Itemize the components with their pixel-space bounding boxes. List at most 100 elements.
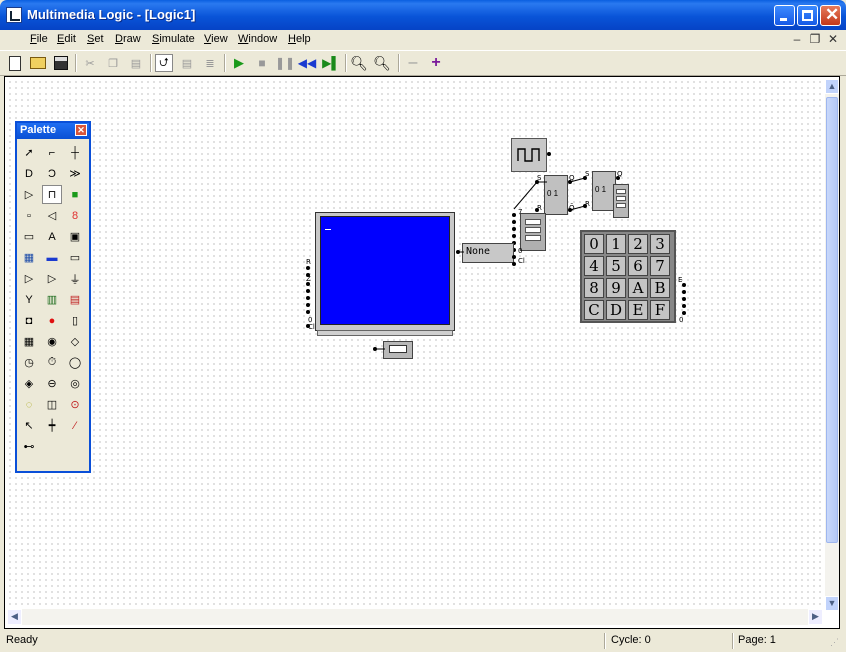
palette-close-button[interactable]: ✕ <box>75 124 87 136</box>
keypad-key[interactable]: 9 <box>606 278 626 298</box>
pointer-tool-icon[interactable]: ➚ <box>19 143 39 162</box>
menu-set[interactable]: Set <box>87 33 104 45</box>
eye-icon[interactable]: ⊙ <box>65 395 85 414</box>
red-led-icon[interactable]: ● <box>42 311 62 330</box>
alarm-clock-icon[interactable]: ⊖ <box>42 374 62 393</box>
ascii-chip[interactable] <box>520 213 546 251</box>
keypad-key[interactable]: 3 <box>650 234 670 254</box>
ground-icon[interactable]: ⏚ <box>65 269 85 288</box>
draw-mode-icon[interactable]: ⮍ <box>155 54 173 72</box>
menu-draw[interactable]: Draw <box>115 33 141 45</box>
keypad-key[interactable]: F <box>650 300 670 320</box>
bulb-icon[interactable]: ◌ <box>19 395 39 414</box>
close-button[interactable]: ✕ <box>820 5 841 26</box>
screen-component[interactable] <box>315 212 455 331</box>
bitmap-icon[interactable]: ▭ <box>19 227 39 246</box>
chip-icon[interactable]: ▥ <box>42 290 62 309</box>
keypad-key[interactable]: D <box>606 300 626 320</box>
cube-icon[interactable]: ◈ <box>19 374 39 393</box>
cut-icon[interactable]: ✂ <box>81 54 99 72</box>
counter-icon[interactable]: ◇ <box>65 332 85 351</box>
mdi-close-button[interactable]: ✕ <box>826 33 840 46</box>
and-gate-icon[interactable]: D <box>19 164 39 183</box>
mdi-minimize-button[interactable]: – <box>790 33 804 46</box>
keyboard-icon[interactable]: ▦ <box>19 248 39 267</box>
vertical-scrollbar[interactable]: ▲ ▼ <box>825 79 839 611</box>
copy-icon[interactable]: ❐ <box>104 54 122 72</box>
adjust-icon[interactable]: ┿ <box>42 416 62 435</box>
run-icon[interactable]: ▶ <box>230 54 248 72</box>
trace-icon[interactable]: ≣ <box>201 54 219 72</box>
maximize-button[interactable] <box>797 5 818 26</box>
menu-simulate[interactable]: Simulate <box>152 33 195 45</box>
keypad-key[interactable]: 5 <box>606 256 626 276</box>
keypad-key[interactable]: 1 <box>606 234 626 254</box>
register-icon[interactable]: ◷ <box>19 353 39 372</box>
logic-canvas[interactable]: 0 1 SR Q Q̄ 0 1 SR Q 70 None Cl R Z 0 Cl… <box>7 79 823 609</box>
antenna-icon[interactable]: Y <box>19 290 39 309</box>
flag-icon[interactable]: ▷ <box>42 269 62 288</box>
keypad-key[interactable]: 8 <box>584 278 604 298</box>
keypad-key[interactable]: 4 <box>584 256 604 276</box>
seven-segment-icon[interactable]: 8 <box>65 206 85 225</box>
memory-icon[interactable]: ▯ <box>65 311 85 330</box>
printer-icon[interactable]: ◫ <box>42 395 62 414</box>
keypad-key[interactable]: 0 <box>584 234 604 254</box>
step-back-icon[interactable]: ◀◀ <box>298 54 316 72</box>
scroll-up-button[interactable]: ▲ <box>825 79 839 94</box>
keypad-key[interactable]: 7 <box>650 256 670 276</box>
new-icon[interactable] <box>6 54 24 72</box>
keypad-key[interactable]: E <box>628 300 648 320</box>
menu-view[interactable]: View <box>204 33 228 45</box>
size-grip[interactable]: ⋰ <box>830 637 839 648</box>
flipflop-icon[interactable]: ▦ <box>19 332 39 351</box>
menu-edit[interactable]: Edit <box>57 33 76 45</box>
app-icon[interactable] <box>6 7 22 23</box>
keypad-key[interactable]: B <box>650 278 670 298</box>
brush-icon[interactable]: ⁄ <box>65 416 85 435</box>
serial-icon[interactable]: ▭ <box>65 248 85 267</box>
junction-icon[interactable]: ┼ <box>65 143 85 162</box>
minimize-button[interactable] <box>774 5 795 26</box>
buffer-icon[interactable]: ▷ <box>19 185 39 204</box>
mdi-restore-button[interactable]: ❐ <box>808 33 822 46</box>
or-gate-icon[interactable]: Ɔ <box>42 164 62 183</box>
menu-help[interactable]: Help <box>288 33 311 45</box>
timer-icon[interactable]: ▤ <box>65 290 85 309</box>
clock-icon[interactable]: ⊓ <box>42 185 62 204</box>
switch-icon[interactable]: ▫ <box>19 206 39 225</box>
keypad-key[interactable]: 2 <box>628 234 648 254</box>
vertical-scroll-thumb[interactable] <box>826 97 838 543</box>
palette-window[interactable]: Palette ✕ ➚ ⌐ ┼ D Ɔ ≫ ▷ ⊓ ■ ▫ ◁ 8 ▭ A ▣ ▦ ▬ ▭ ▷ ▷ ⏚ Y ▥ ▤ ◘ ● ▯ ▦ ◉ ◇… <box>15 121 91 473</box>
tape-component[interactable] <box>383 341 413 359</box>
keypad-key[interactable]: A <box>628 278 648 298</box>
sound-icon[interactable]: ◘ <box>19 311 39 330</box>
scroll-left-button[interactable]: ◀ <box>7 609 22 625</box>
keypad-key[interactable]: C <box>584 300 604 320</box>
step-icon[interactable]: ▶▌ <box>322 54 340 72</box>
horizontal-scrollbar[interactable]: ◀ ▶ <box>7 609 823 625</box>
zoom-in-icon[interactable]: 🔍︎ <box>373 54 391 72</box>
cup-icon[interactable]: ◯ <box>65 353 85 372</box>
speaker-icon[interactable]: ◁ <box>42 206 62 225</box>
menu-window[interactable]: Window <box>238 33 277 45</box>
button-icon[interactable]: ▣ <box>65 227 85 246</box>
arrow-icon[interactable]: ↖ <box>19 416 39 435</box>
screen-icon[interactable]: ▬ <box>42 248 62 267</box>
save-icon[interactable] <box>52 54 70 72</box>
palette-title-bar[interactable]: Palette ✕ <box>17 123 89 139</box>
text-icon[interactable]: A <box>42 227 62 246</box>
register-chip[interactable] <box>613 184 629 218</box>
led-icon[interactable]: ■ <box>65 185 85 204</box>
keypad-key[interactable]: 6 <box>628 256 648 276</box>
menu-file[interactable]: File <box>30 33 48 45</box>
minus-icon[interactable]: – <box>404 54 422 72</box>
tag-icon[interactable]: ▷ <box>19 269 39 288</box>
hexdisplay-icon[interactable]: ⏱ <box>42 353 62 372</box>
plus-icon[interactable]: + <box>427 54 445 72</box>
bicycle-icon[interactable]: ⊷ <box>19 437 39 456</box>
scroll-down-button[interactable]: ▼ <box>825 596 839 611</box>
ascii-value-display[interactable]: None <box>462 243 514 263</box>
open-icon[interactable] <box>29 54 47 72</box>
run-mode-icon[interactable]: ▤ <box>178 54 196 72</box>
